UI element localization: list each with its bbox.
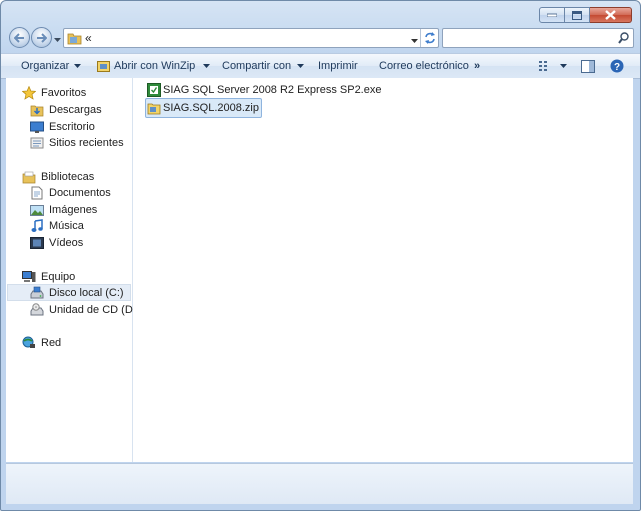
explorer-window: « Organizar Abrir con WinZip Compartir c… bbox=[0, 0, 641, 511]
more-commands-button[interactable]: » bbox=[474, 54, 480, 78]
more-label: » bbox=[474, 60, 481, 72]
sidebar-item-desktop[interactable]: Escritorio bbox=[30, 119, 95, 135]
tree-computer[interactable]: Equipo bbox=[22, 269, 75, 285]
desktop-label: Escritorio bbox=[49, 121, 95, 133]
winzip-icon bbox=[97, 61, 110, 72]
back-button[interactable] bbox=[9, 27, 30, 48]
arrow-right-icon bbox=[37, 32, 47, 43]
sidebar-item-music[interactable]: Música bbox=[30, 218, 84, 234]
close-icon bbox=[605, 10, 616, 20]
sidebar-item-recent-places[interactable]: Sitios recientes bbox=[30, 135, 124, 151]
sidebar-item-videos[interactable]: Vídeos bbox=[30, 235, 83, 251]
list-item[interactable]: SIAG SQL Server 2008 R2 Express SP2.exe bbox=[147, 81, 381, 99]
search-box[interactable] bbox=[442, 28, 634, 48]
chevron-down-icon bbox=[54, 38, 61, 42]
address-path: « bbox=[85, 31, 92, 45]
downloads-folder-icon bbox=[30, 105, 44, 117]
address-bar[interactable]: « bbox=[63, 28, 439, 48]
winzip-label: Abrir con WinZip bbox=[114, 60, 196, 72]
file-name: SIAG SQL Server 2008 R2 Express SP2.exe bbox=[163, 84, 382, 96]
network-label: Red bbox=[41, 337, 62, 349]
share-with-menu[interactable]: Compartir con bbox=[222, 54, 305, 78]
help-button[interactable]: ? bbox=[610, 54, 624, 78]
details-pane bbox=[6, 463, 633, 504]
folder-icon bbox=[67, 31, 82, 48]
organize-menu[interactable]: Organizar bbox=[21, 54, 82, 78]
svg-text:?: ? bbox=[614, 62, 620, 73]
documents-label: Documentos bbox=[49, 187, 111, 199]
forward-button[interactable] bbox=[31, 27, 52, 48]
music-icon bbox=[31, 219, 43, 232]
search-input[interactable] bbox=[445, 30, 614, 46]
downloads-label: Descargas bbox=[49, 104, 102, 116]
file-name: SIAG.SQL.2008.zip bbox=[163, 102, 259, 114]
minimize-button[interactable] bbox=[539, 7, 565, 23]
tree-network[interactable]: Red bbox=[22, 335, 61, 351]
pictures-icon bbox=[30, 205, 44, 216]
file-list: SIAG SQL Server 2008 R2 Express SP2.exe … bbox=[133, 78, 633, 462]
installer-icon bbox=[147, 83, 161, 97]
print-button[interactable]: Imprimir bbox=[318, 54, 358, 78]
libraries-icon bbox=[22, 171, 36, 184]
tree-favorites[interactable]: Favoritos bbox=[22, 85, 86, 101]
tree-libraries[interactable]: Bibliotecas bbox=[22, 169, 94, 185]
chevron-down-icon bbox=[411, 39, 418, 43]
sidebar-item-cd-drive[interactable]: Unidad de CD (D:) bbox=[30, 302, 139, 318]
view-options-icon bbox=[539, 61, 547, 71]
recent-places-icon bbox=[30, 137, 44, 149]
recent-pages-dropdown[interactable] bbox=[54, 34, 61, 46]
documents-icon bbox=[31, 186, 43, 200]
videos-label: Vídeos bbox=[49, 237, 84, 249]
music-label: Música bbox=[49, 220, 84, 232]
print-label: Imprimir bbox=[318, 60, 358, 72]
navigation-pane: Favoritos Descargas Escritorio Sitios re… bbox=[6, 78, 139, 462]
maximize-icon bbox=[572, 10, 582, 20]
chevron-down-icon bbox=[74, 64, 82, 68]
sidebar-item-local-disk[interactable]: Disco local (C:) bbox=[30, 285, 124, 301]
maximize-button[interactable] bbox=[565, 7, 590, 23]
preview-pane-button[interactable] bbox=[581, 54, 595, 78]
command-bar: Organizar Abrir con WinZip Compartir con… bbox=[1, 53, 640, 79]
preview-pane-icon bbox=[581, 59, 595, 73]
computer-icon bbox=[22, 271, 36, 282]
libraries-label: Bibliotecas bbox=[41, 171, 95, 183]
help-icon: ? bbox=[610, 59, 624, 73]
minimize-icon bbox=[547, 13, 557, 17]
sidebar-item-downloads[interactable]: Descargas bbox=[30, 102, 102, 118]
star-icon bbox=[22, 86, 36, 100]
organize-label: Organizar bbox=[21, 60, 70, 72]
pictures-label: Imágenes bbox=[49, 204, 98, 216]
zip-archive-icon bbox=[147, 103, 161, 115]
cd-drive-label: Unidad de CD (D:) bbox=[49, 304, 140, 316]
change-view-button[interactable] bbox=[538, 54, 567, 78]
refresh-button[interactable] bbox=[420, 29, 438, 47]
favorites-label: Favoritos bbox=[41, 87, 87, 99]
videos-icon bbox=[30, 237, 44, 249]
chevron-down-icon bbox=[203, 64, 211, 68]
local-disk-icon bbox=[30, 286, 44, 299]
computer-label: Equipo bbox=[41, 271, 76, 283]
list-item-selected[interactable]: SIAG.SQL.2008.zip bbox=[145, 98, 262, 118]
close-button[interactable] bbox=[590, 7, 632, 23]
arrow-left-icon bbox=[14, 32, 24, 43]
sidebar-item-documents[interactable]: Documentos bbox=[30, 185, 111, 201]
sidebar-item-pictures[interactable]: Imágenes bbox=[30, 202, 97, 218]
email-button[interactable]: Correo electrónico bbox=[379, 54, 469, 78]
window-caption-buttons bbox=[539, 7, 632, 23]
local-disk-label: Disco local (C:) bbox=[49, 287, 124, 299]
recent-places-label: Sitios recientes bbox=[49, 137, 124, 149]
email-label: Correo electrónico bbox=[379, 60, 469, 72]
open-with-winzip-button[interactable]: Abrir con WinZip bbox=[97, 54, 211, 78]
cd-drive-icon bbox=[30, 303, 44, 316]
chevron-down-icon bbox=[560, 64, 567, 68]
desktop-icon bbox=[30, 121, 44, 133]
share-label: Compartir con bbox=[222, 60, 292, 72]
address-dropdown[interactable] bbox=[411, 35, 418, 47]
refresh-icon bbox=[424, 32, 435, 44]
search-icon[interactable] bbox=[618, 32, 629, 47]
chevron-down-icon bbox=[297, 64, 305, 68]
network-icon bbox=[22, 336, 35, 348]
